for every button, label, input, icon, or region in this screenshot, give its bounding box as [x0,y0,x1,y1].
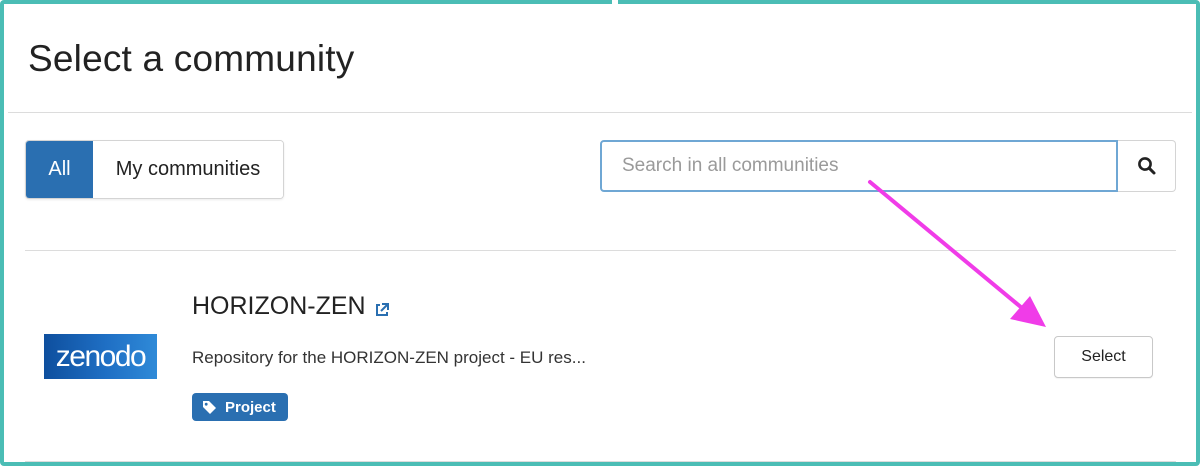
community-description: Repository for the HORIZON-ZEN project -… [192,348,586,367]
community-logo: zenodo [44,334,157,379]
modal-frame: Select a community [0,0,1200,466]
filter-all-button[interactable]: All [26,141,93,198]
search-icon [1137,157,1155,175]
tag-icon [203,400,216,414]
external-link-icon[interactable] [374,302,390,318]
community-title: HORIZON-ZEN [192,292,390,321]
community-type-badge: Project [192,393,288,421]
results-divider [25,250,1176,251]
page-title: Select a community [28,38,355,79]
search-button[interactable] [1118,140,1176,192]
filter-my-communities-button[interactable]: My communities [93,141,283,198]
community-type-label: Project [225,398,276,416]
select-community-button[interactable]: Select [1054,336,1153,378]
community-name-link[interactable]: HORIZON-ZEN [192,292,366,321]
community-filter-toggle: All My communities [25,140,284,199]
frame-notch [612,0,618,4]
modal-header: Select a community [8,8,1192,113]
community-search-input[interactable] [600,140,1118,192]
row-divider [25,461,1176,462]
